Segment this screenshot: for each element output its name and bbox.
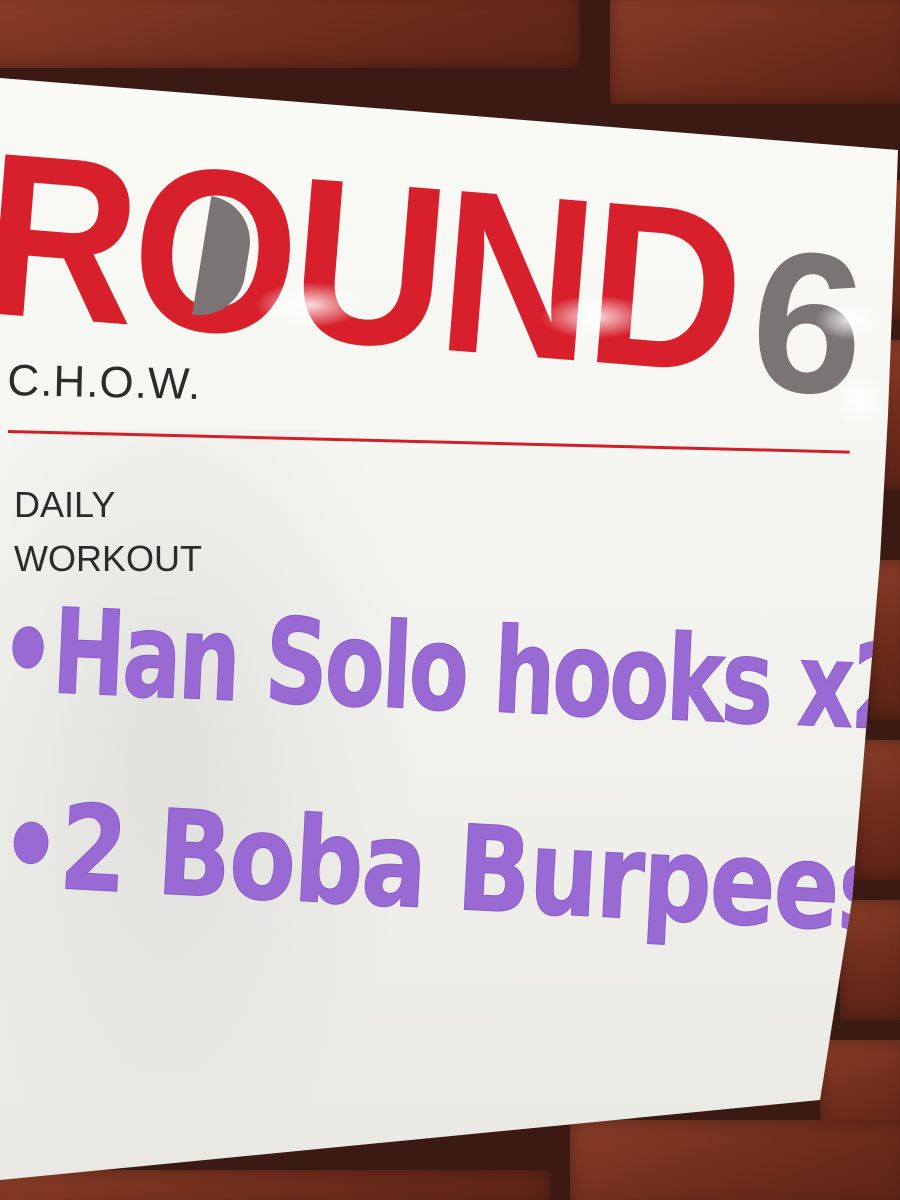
light-glare xyxy=(830,370,890,430)
section-heading-line1: DAILY xyxy=(14,484,116,525)
whiteboard-sign: ROUND 6 C.H.O.W. DAILY WORKOUT •Han Solo… xyxy=(0,78,898,1180)
section-heading: DAILY WORKOUT xyxy=(14,478,202,586)
light-glare xyxy=(255,282,365,328)
brick xyxy=(0,1170,550,1200)
brick xyxy=(0,0,580,68)
brick xyxy=(610,0,900,104)
section-heading-line2: WORKOUT xyxy=(14,538,202,579)
brick xyxy=(570,1120,900,1200)
light-glare xyxy=(815,300,885,340)
light-glare xyxy=(540,295,650,339)
subtitle: C.H.O.W. xyxy=(6,356,202,410)
